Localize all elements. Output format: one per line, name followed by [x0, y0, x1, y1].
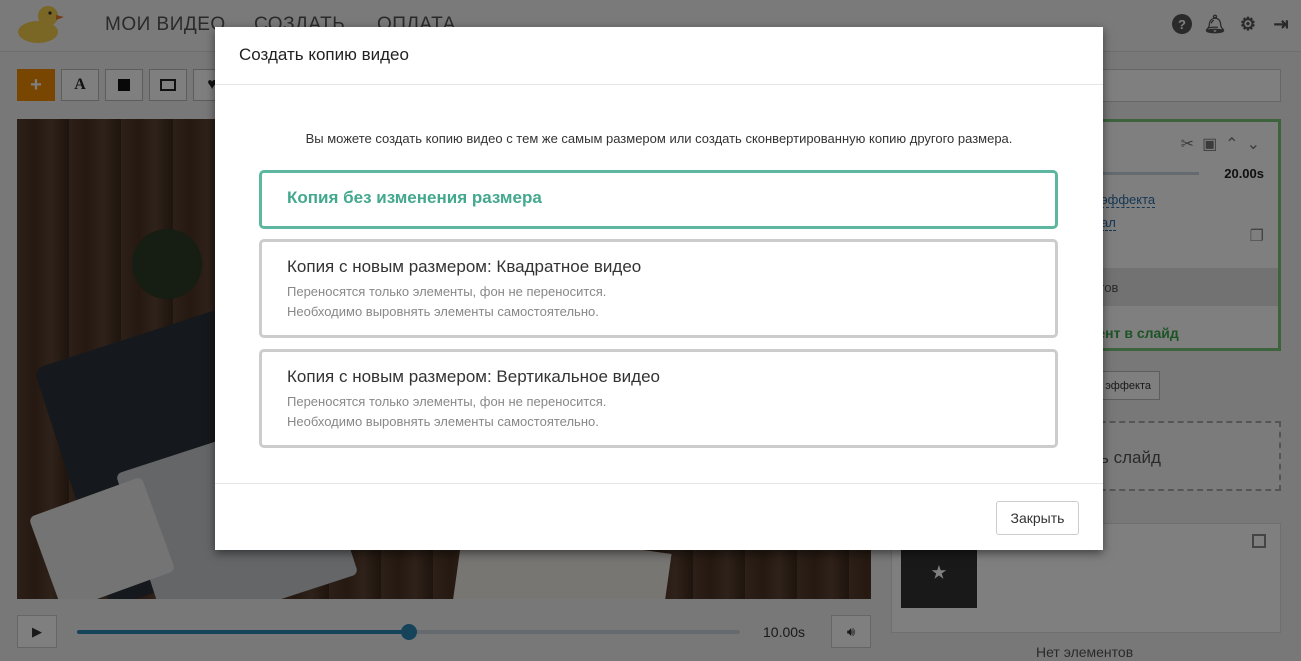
dialog-description: Вы можете создать копию видео с тем же с… — [305, 131, 1013, 146]
option-desc-line-1: Переносятся только элементы, фон не пере… — [287, 394, 607, 409]
dialog-header: Создать копию видео — [215, 27, 1103, 85]
option-copy-same-size[interactable]: Копия без изменения размера — [259, 170, 1058, 229]
option-desc-line-2: Необходимо выровнять элементы самостояте… — [287, 304, 599, 319]
option-copy-vertical[interactable]: Копия с новым размером: Вертикальное вид… — [259, 349, 1058, 448]
copy-video-dialog: Создать копию видео Вы можете создать ко… — [215, 27, 1103, 550]
option-title: Копия без изменения размера — [287, 188, 542, 207]
option-copy-square[interactable]: Копия с новым размером: Квадратное видео… — [259, 239, 1058, 338]
dialog-title: Создать копию видео — [239, 45, 409, 64]
option-title: Копия с новым размером: Квадратное видео — [287, 257, 642, 276]
option-title: Копия с новым размером: Вертикальное вид… — [287, 367, 660, 386]
dialog-footer: Закрыть — [215, 483, 1103, 550]
close-button[interactable]: Закрыть — [996, 501, 1079, 535]
option-desc-line-1: Переносятся только элементы, фон не пере… — [287, 284, 607, 299]
option-desc-line-2: Необходимо выровнять элементы самостояте… — [287, 414, 599, 429]
